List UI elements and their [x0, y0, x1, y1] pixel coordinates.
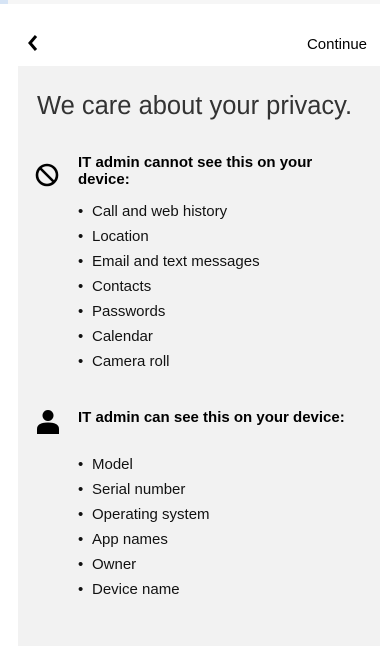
page-title: We care about your privacy. [37, 92, 353, 120]
navigation-bar: Continue [0, 4, 380, 66]
back-button[interactable] [22, 28, 46, 58]
can-see-heading: IT admin can see this on your device: [78, 409, 345, 426]
person-icon [36, 408, 62, 436]
list-item: Call and web history [78, 199, 260, 224]
list-item: App names [78, 527, 210, 552]
cannot-see-heading: IT admin cannot see this on your device: [78, 154, 313, 188]
list-item: Calendar [78, 324, 260, 349]
list-item: Email and text messages [78, 249, 260, 274]
list-item: Camera roll [78, 349, 260, 374]
list-item: Contacts [78, 274, 260, 299]
can-see-list: Model Serial number Operating system App… [78, 452, 210, 602]
prohibited-icon [35, 160, 61, 188]
continue-button[interactable]: Continue [307, 36, 367, 53]
cannot-see-list: Call and web history Location Email and … [78, 199, 260, 374]
chevron-left-icon [28, 35, 38, 51]
list-item: Device name [78, 577, 210, 602]
list-item: Owner [78, 552, 210, 577]
list-item: Model [78, 452, 210, 477]
list-item: Operating system [78, 502, 210, 527]
list-item: Passwords [78, 299, 260, 324]
list-item: Serial number [78, 477, 210, 502]
list-item: Location [78, 224, 260, 249]
